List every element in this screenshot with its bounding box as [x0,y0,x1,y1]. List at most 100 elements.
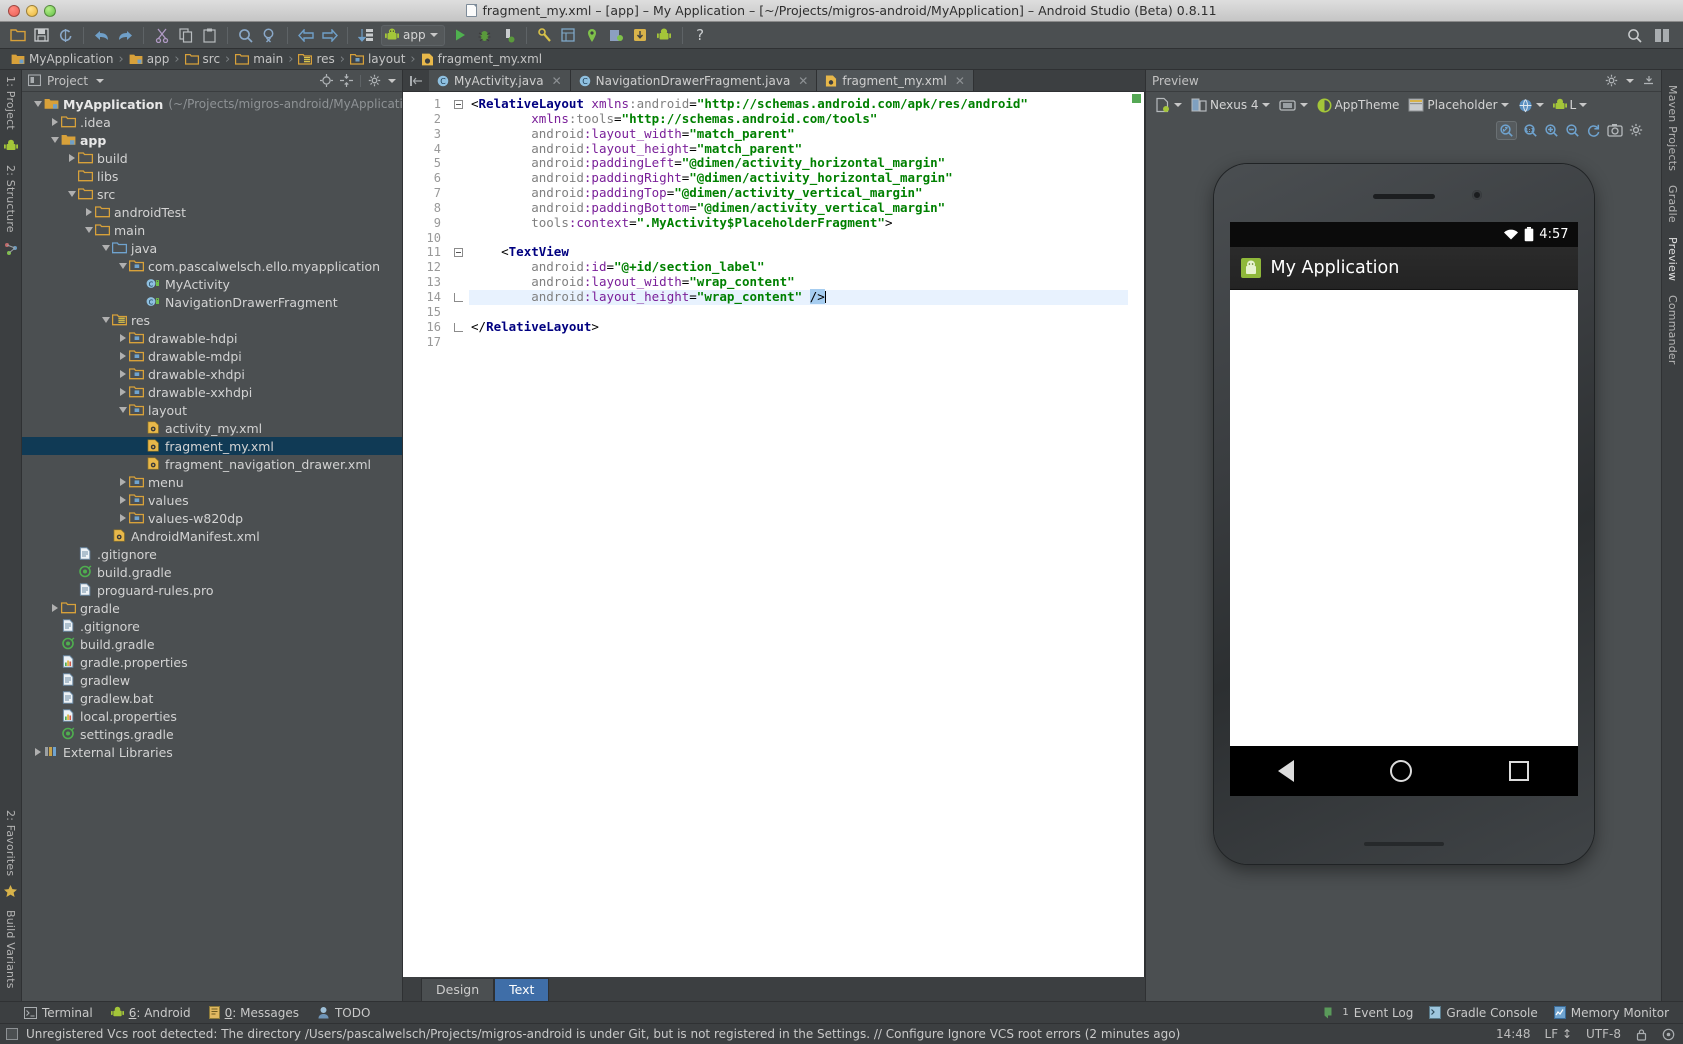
main-toolbar[interactable]: app ? [0,22,1683,49]
breadcrumb-item-app[interactable]: app [126,52,173,66]
toolbar-right-group[interactable] [1623,24,1677,46]
editor-tab-fragment-my-xml[interactable]: fragment_my.xml ✕ [817,70,974,91]
tree-node-res[interactable]: res [22,311,402,329]
tree-node-gradle[interactable]: gradle [22,599,402,617]
code-line[interactable] [469,305,1128,320]
favorites-icon[interactable] [4,885,17,901]
close-icon[interactable]: ✕ [798,74,808,88]
breadcrumb[interactable]: MyApplication › app › src › main › res ›… [0,49,1683,70]
locate-icon[interactable] [320,74,333,87]
chevron-right-icon[interactable] [66,154,78,162]
run-icon[interactable] [449,24,472,46]
chevron-down-icon[interactable] [1535,103,1544,107]
chevron-right-icon[interactable] [117,514,129,522]
code-line[interactable]: android:paddingTop="@dimen/activity_vert… [469,185,1128,201]
preview-config-toolbar[interactable]: Nexus 4 AppTheme Placeholder L [1146,92,1661,118]
chevron-down-icon[interactable] [1174,103,1182,107]
preview-canvas[interactable]: 4:57 My Application [1146,142,1661,1001]
gear-icon[interactable] [368,74,381,87]
tree-node-proguard-rules-pro[interactable]: proguard-rules.pro [22,581,402,599]
breadcrumb-item-main[interactable]: main [232,52,286,66]
home-button[interactable] [1390,760,1413,782]
sync-icon[interactable] [54,24,77,46]
code-line[interactable]: android:layout_height="match_parent" [469,141,1128,157]
android-icon[interactable] [3,139,18,156]
fit-to-screen-icon[interactable] [1496,120,1517,140]
sdk-manager-icon[interactable] [533,24,556,46]
tree-node-fragment-navigation-drawer-xml[interactable]: fragment_navigation_drawer.xml [22,455,402,473]
screenshot-icon[interactable] [1607,123,1623,137]
copy-icon[interactable] [174,24,197,46]
chevron-down-icon[interactable] [429,33,438,37]
tree-node-idea[interactable]: .idea [22,113,402,131]
theme-selector[interactable]: AppTheme [1314,96,1403,115]
tree-node-main[interactable]: main [22,221,402,239]
back-icon[interactable] [294,24,317,46]
chevron-right-icon[interactable] [117,496,129,504]
android-navigation-bar[interactable] [1229,746,1578,796]
status-indicator-icon[interactable] [6,1028,18,1040]
tab-design[interactable]: Design [421,978,495,1001]
breadcrumb-item-res[interactable]: res [295,52,337,66]
bottom-item-gradle-console[interactable]: Gradle Console [1429,1006,1538,1020]
chevron-right-icon[interactable] [117,334,129,342]
breadcrumb-item-layout[interactable]: layout [347,52,408,66]
sidebar-item-gradle[interactable]: Gradle [1666,178,1679,230]
tree-node-gitignore[interactable]: .gitignore [22,617,402,635]
paste-icon[interactable] [198,24,221,46]
save-all-icon[interactable] [30,24,53,46]
tree-node-build-gradle[interactable]: build.gradle [22,635,402,653]
close-icon[interactable]: ✕ [955,74,965,88]
compile-icon[interactable] [354,24,377,46]
fold-end-icon[interactable] [447,320,469,335]
bottom-tool-window-bar[interactable]: Terminal 6: Android 0: Messages TODO 1 E… [0,1001,1683,1023]
project-structure-icon[interactable] [557,24,580,46]
chevron-right-icon[interactable] [117,352,129,360]
chevron-down-icon[interactable] [388,78,396,83]
left-rail-bottom[interactable]: 2: Favorites Build Variants [4,804,17,1001]
code-line[interactable] [469,335,1128,350]
code-line[interactable]: </RelativeLayout> [469,319,1128,335]
bottom-item-terminal[interactable]: Terminal [24,1006,93,1020]
chevron-down-icon[interactable] [32,101,44,107]
code-folding-gutter[interactable] [447,92,479,977]
code-line[interactable] [469,231,1128,246]
zoom-in-icon[interactable] [1544,123,1559,138]
chevron-down-icon[interactable] [1261,103,1270,107]
search-everywhere-icon[interactable] [1623,24,1646,46]
tree-node-drawable-xhdpi[interactable]: drawable-xhdpi [22,365,402,383]
tree-node-myapplication[interactable]: MyApplication (~/Projects/migros-android/… [22,95,402,113]
close-icon[interactable]: ✕ [552,74,562,88]
chevron-right-icon[interactable] [49,118,61,126]
bottom-item-todo[interactable]: TODO [317,1006,370,1020]
device-screen[interactable]: 4:57 My Application [1229,222,1578,796]
gear-icon[interactable] [1605,74,1618,87]
tree-node-gradlew-bat[interactable]: gradlew.bat [22,689,402,707]
settings-icon[interactable] [1629,123,1643,137]
back-button[interactable] [1277,760,1294,782]
breadcrumb-item-file[interactable]: fragment_my.xml [418,52,546,66]
project-tree[interactable]: MyApplication (~/Projects/migros-android/… [22,92,402,1001]
structure-icon[interactable] [4,242,18,259]
chevron-right-icon[interactable] [32,748,44,756]
left-tool-rail[interactable]: 1: Project 2: Structure 2: Favorites Bui… [0,70,22,1001]
recents-button[interactable] [1509,761,1530,781]
tree-node-src[interactable]: src [22,185,402,203]
open-folder-icon[interactable] [6,24,29,46]
tree-node-gradle-properties[interactable]: gradle.properties [22,653,402,671]
tree-node-local-properties[interactable]: local.properties [22,707,402,725]
tree-node-gitignore[interactable]: .gitignore [22,545,402,563]
fold-collapse-icon[interactable] [447,245,469,260]
tree-node-androidtest[interactable]: androidTest [22,203,402,221]
find-icon[interactable] [234,24,257,46]
api-level-selector[interactable]: L [1550,96,1591,114]
tree-node-values-w820dp[interactable]: values-w820dp [22,509,402,527]
sidebar-item-commander[interactable]: Commander [1666,288,1679,372]
chevron-down-icon[interactable] [1299,103,1308,107]
bottom-bar-right[interactable]: 1 Event Log Gradle Console Memory Monito… [1324,1006,1683,1020]
chevron-down-icon[interactable] [49,137,61,143]
sdk-icon[interactable] [605,24,628,46]
right-tool-rail[interactable]: Maven Projects Gradle Preview Commander [1661,70,1683,1001]
collapse-all-icon[interactable] [340,74,353,87]
project-panel-header[interactable]: Project [22,70,402,92]
